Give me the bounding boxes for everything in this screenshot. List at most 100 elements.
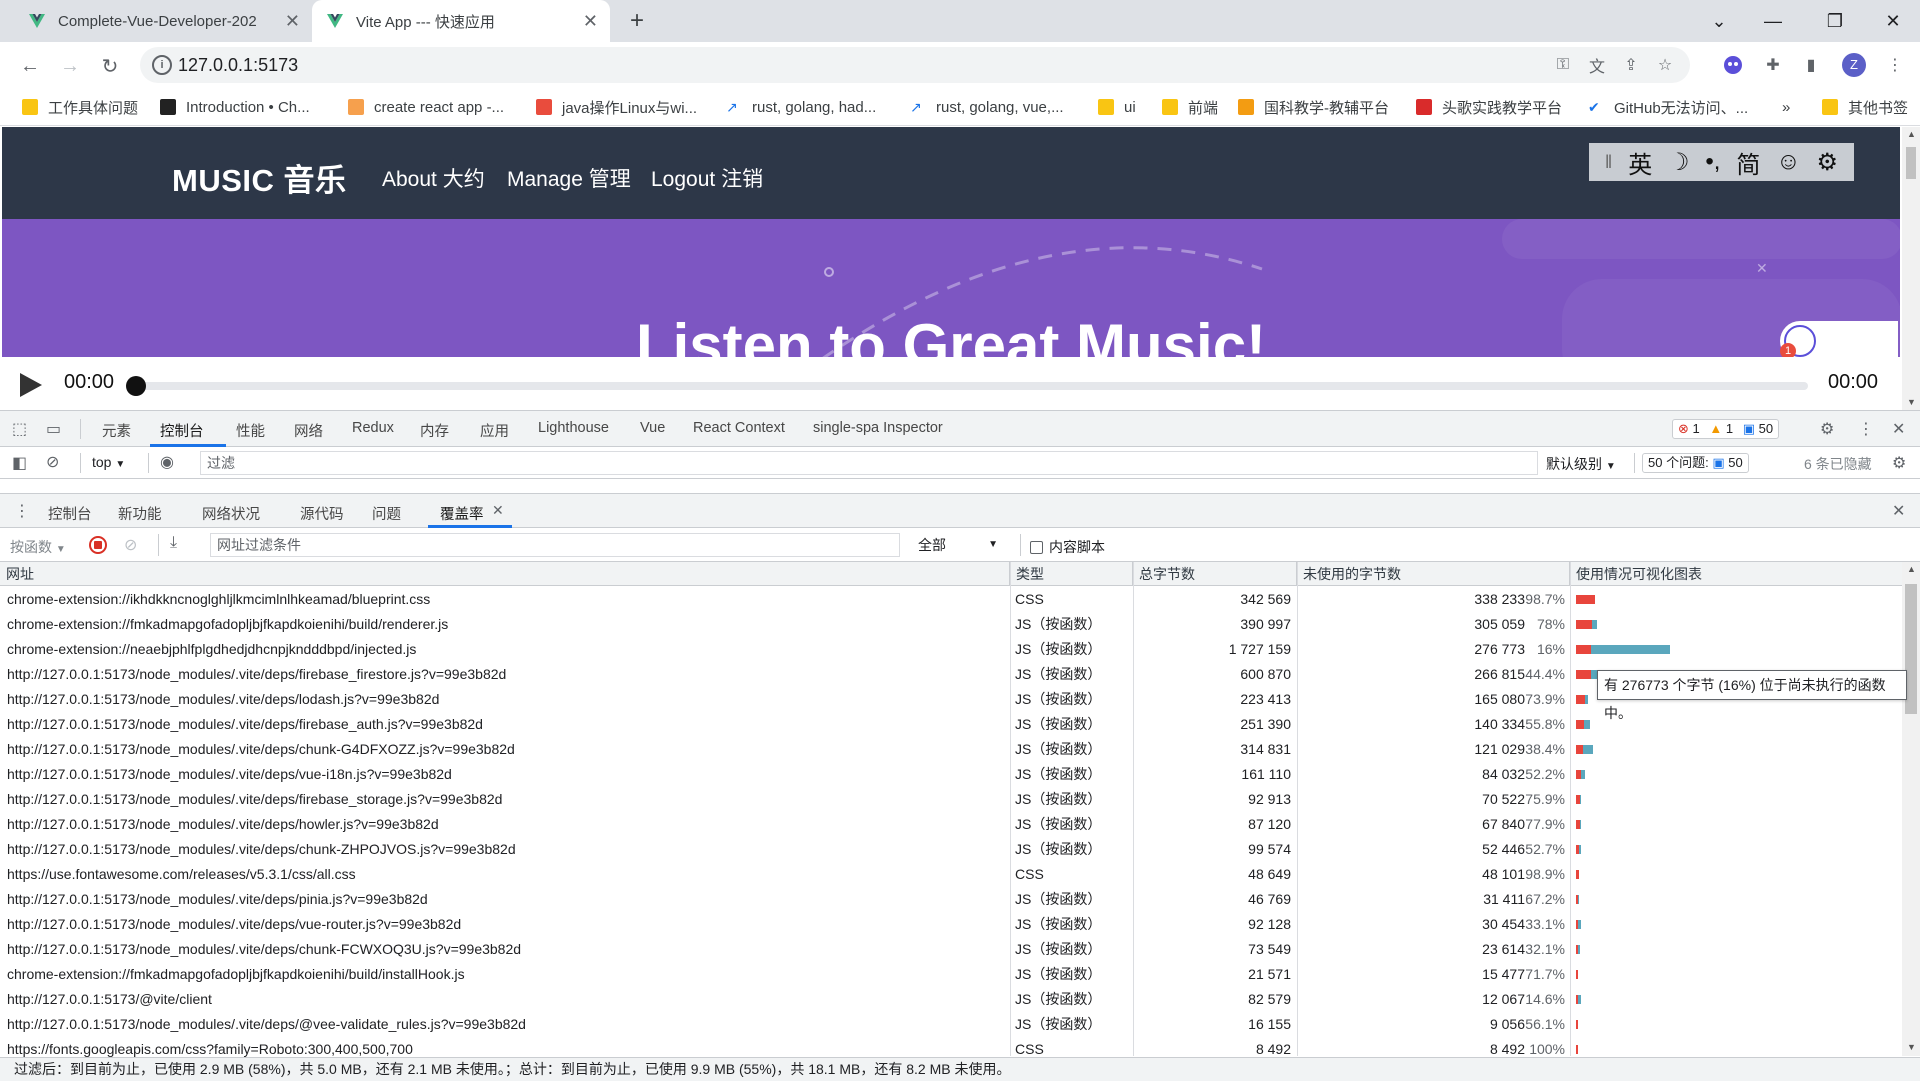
table-row[interactable]: http://127.0.0.1:5173/node_modules/.vite…	[0, 812, 1902, 837]
content-scripts-checkbox[interactable]: 内容脚本	[1030, 537, 1105, 557]
table-row[interactable]: http://127.0.0.1:5173/node_modules/.vite…	[0, 887, 1902, 912]
table-row[interactable]: http://127.0.0.1:5173/node_modules/.vite…	[0, 1012, 1902, 1037]
clear-console-icon[interactable]: ⊘	[46, 452, 59, 472]
tab-console[interactable]: 控制台	[160, 420, 204, 441]
console-filter-input[interactable]: 过滤	[200, 451, 1538, 475]
devtools-menu-icon[interactable]: ⋮	[1858, 419, 1874, 439]
tab-application[interactable]: 应用	[480, 420, 509, 441]
tab-vue[interactable]: Vue	[640, 420, 665, 436]
drawer-tab-console[interactable]: 控制台	[48, 503, 92, 524]
lang-toggle-button[interactable]: 英	[1628, 145, 1652, 180]
menu-kebab-icon[interactable]: ⋮	[1884, 54, 1906, 76]
usage-bar[interactable]	[1576, 595, 1596, 604]
floating-assistant-tab[interactable]: 1	[1780, 321, 1898, 361]
scroll-down-icon[interactable]: ▼	[1907, 1042, 1916, 1052]
profile-avatar[interactable]: Z	[1842, 53, 1866, 77]
col-type-header[interactable]: 类型	[1010, 562, 1133, 586]
progress-track[interactable]	[136, 382, 1808, 390]
usage-bar[interactable]	[1576, 1020, 1579, 1029]
drawer-menu-icon[interactable]: ⋮	[14, 501, 30, 521]
usage-bar[interactable]	[1576, 620, 1598, 629]
usage-bar[interactable]	[1576, 795, 1582, 804]
side-panel-icon[interactable]: ▮	[1800, 54, 1822, 76]
translate-icon[interactable]: ⽂	[1586, 54, 1608, 76]
usage-bar[interactable]	[1576, 845, 1582, 854]
drawer-tab-whats-new[interactable]: 新功能	[118, 503, 162, 524]
nav-about[interactable]: About 大约	[382, 163, 485, 193]
table-row[interactable]: http://127.0.0.1:5173/node_modules/.vite…	[0, 737, 1902, 762]
drawer-tab-network-conditions[interactable]: 网络状况	[202, 503, 260, 524]
devtools-close-icon[interactable]: ✕	[1892, 419, 1905, 439]
play-icon[interactable]	[20, 373, 42, 397]
drag-handle-icon[interactable]: ‖	[1605, 152, 1612, 173]
emoji-icon[interactable]: ☺	[1776, 148, 1801, 176]
forward-icon[interactable]: →	[54, 50, 86, 82]
bookmark[interactable]: java操作Linux与wi...	[536, 97, 697, 117]
extensions-puzzle-icon[interactable]: ✚	[1762, 54, 1784, 76]
usage-bar[interactable]	[1576, 970, 1579, 979]
usage-bar[interactable]	[1576, 720, 1591, 729]
url-filter-input[interactable]: 网址过滤条件	[210, 533, 900, 557]
close-coverage-tab-icon[interactable]: ✕	[492, 502, 504, 519]
tab-single-spa-inspector[interactable]: single-spa Inspector	[813, 420, 943, 436]
live-expression-eye-icon[interactable]: ◉	[160, 452, 174, 472]
minimize-icon[interactable]: —	[1746, 0, 1800, 42]
device-toggle-icon[interactable]: ▭	[46, 419, 61, 439]
table-row[interactable]: http://127.0.0.1:5173/node_modules/.vite…	[0, 762, 1902, 787]
share-icon[interactable]: ⇪	[1620, 54, 1642, 76]
browser-tab-2[interactable]: Vite App --- 快速应用 ✕	[312, 0, 610, 42]
drawer-tab-sources[interactable]: 源代码	[300, 503, 344, 524]
tab-redux[interactable]: Redux	[352, 420, 394, 436]
scroll-up-icon[interactable]: ▲	[1907, 564, 1916, 574]
tab-memory[interactable]: 内存	[420, 420, 449, 441]
context-selector[interactable]: top ▼	[92, 454, 125, 470]
bookmark[interactable]: ↗ rust, golang, had...	[726, 97, 876, 117]
usage-bar[interactable]	[1576, 870, 1580, 879]
col-url-header[interactable]: 网址	[0, 562, 1010, 586]
site-info-icon[interactable]: i	[152, 55, 172, 75]
bookmark-folder[interactable]: ui	[1098, 97, 1136, 117]
progress-thumb[interactable]	[126, 376, 146, 396]
bookmark[interactable]: ↗ rust, golang, vue,...	[910, 97, 1064, 117]
table-row[interactable]: https://use.fontawesome.com/releases/v5.…	[0, 862, 1902, 887]
key-icon[interactable]: ⚿	[1552, 54, 1574, 76]
bookmark[interactable]: 国科教学-教辅平台	[1238, 97, 1389, 117]
console-counts-badge[interactable]: ⊗ 1 ▲ 1 ▣ 50	[1672, 419, 1780, 439]
tab-elements[interactable]: 元素	[102, 420, 131, 441]
tab-lighthouse[interactable]: Lighthouse	[538, 420, 609, 436]
bookmark-folder[interactable]: 前端	[1162, 97, 1218, 117]
browser-tab-1[interactable]: Complete-Vue-Developer-202 ✕	[14, 0, 312, 42]
usage-bar[interactable]	[1576, 945, 1581, 954]
reload-icon[interactable]: ↻	[94, 50, 126, 82]
table-row[interactable]: chrome-extension://neaebjphlfplgdhedjdhc…	[0, 637, 1902, 662]
table-row[interactable]: chrome-extension://fmkadmapgofadopljbjfk…	[0, 962, 1902, 987]
nav-logout[interactable]: Logout 注销	[651, 163, 763, 193]
scroll-thumb[interactable]	[1906, 147, 1916, 179]
table-row[interactable]: http://127.0.0.1:5173/@vite/client JS（按函数…	[0, 987, 1902, 1012]
settings-gear-icon[interactable]: ⚙	[1817, 148, 1839, 177]
usage-bar[interactable]	[1576, 645, 1671, 654]
checkbox-box[interactable]	[1030, 541, 1043, 554]
tab-react-context[interactable]: React Context	[693, 420, 785, 436]
log-level-dropdown[interactable]: 默认级别 ▼	[1546, 454, 1616, 474]
bookmark[interactable]: ✔ GitHub无法访问、...	[1588, 97, 1748, 117]
clear-coverage-icon[interactable]: ⊘	[124, 535, 137, 555]
table-row[interactable]: http://127.0.0.1:5173/node_modules/.vite…	[0, 787, 1902, 812]
table-row[interactable]: http://127.0.0.1:5173/node_modules/.vite…	[0, 937, 1902, 962]
bookmark-star-icon[interactable]: ☆	[1654, 54, 1676, 76]
address-bar[interactable]: i 127.0.0.1:5173 ⚿ ⽂ ⇪ ☆	[140, 47, 1690, 83]
issues-button[interactable]: 50 个问题: ▣ 50	[1642, 453, 1749, 473]
simplified-toggle-button[interactable]: 简	[1736, 145, 1760, 180]
page-scrollbar[interactable]: ▲ ▼	[1902, 127, 1920, 410]
extension-ghost-icon[interactable]	[1722, 54, 1744, 76]
bookmark[interactable]: create react app -...	[348, 97, 504, 117]
scroll-up-icon[interactable]: ▲	[1907, 129, 1916, 139]
close-window-icon[interactable]: ✕	[1866, 0, 1920, 42]
coverage-scrollbar[interactable]: ▲ ▼	[1902, 562, 1920, 1056]
usage-bar[interactable]	[1576, 820, 1582, 829]
usage-bar[interactable]	[1576, 1045, 1579, 1054]
usage-bar[interactable]	[1576, 770, 1586, 779]
tab-performance[interactable]: 性能	[236, 420, 265, 441]
scroll-down-icon[interactable]: ▼	[1907, 397, 1916, 407]
tab-search-icon[interactable]: ⌄	[1692, 0, 1746, 42]
